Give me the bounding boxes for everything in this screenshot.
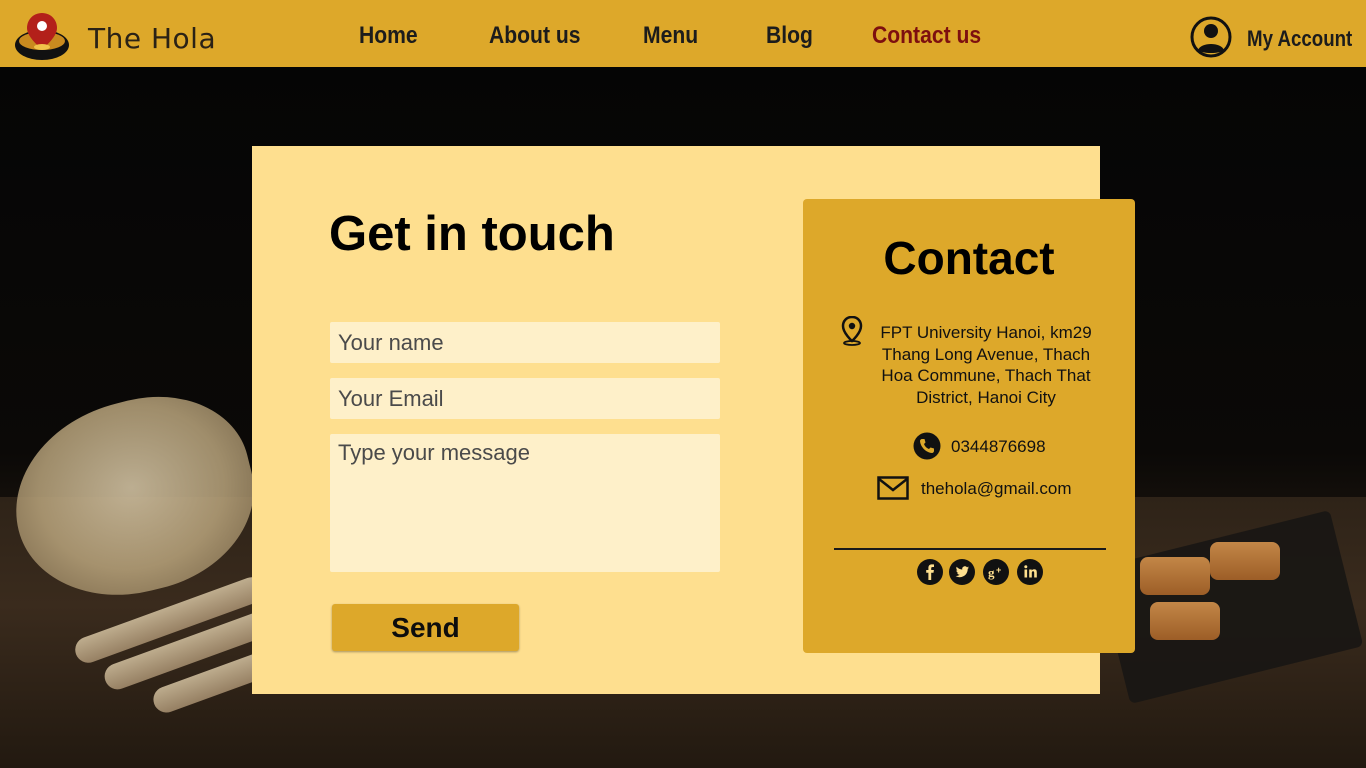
address-text: FPT University Hanoi, km29 Thang Long Av… xyxy=(880,323,1092,407)
brand-name[interactable]: The Hola xyxy=(88,22,216,55)
bowl-pin-logo-icon[interactable] xyxy=(14,11,70,61)
email-address[interactable]: thehola@gmail.com xyxy=(921,479,1072,499)
nav-contact-us[interactable]: Contact us xyxy=(872,22,981,50)
google-plus-icon[interactable]: g + xyxy=(983,559,1009,585)
top-navbar: The Hola Home About us Menu Blog Contact… xyxy=(0,0,1366,67)
message-textarea[interactable] xyxy=(330,434,720,572)
contact-info-panel: Contact FPT University Hanoi, km29 Thang… xyxy=(803,199,1135,653)
user-circle-icon[interactable] xyxy=(1190,16,1232,58)
facebook-icon[interactable] xyxy=(917,559,943,585)
sweet-piece xyxy=(1150,602,1220,640)
form-title: Get in touch xyxy=(329,207,615,261)
mail-icon xyxy=(877,476,909,500)
sweet-piece xyxy=(1140,557,1210,595)
nav-blog[interactable]: Blog xyxy=(766,22,813,50)
svg-text:g: g xyxy=(988,565,995,580)
contact-title: Contact xyxy=(883,232,1055,284)
my-account-link[interactable]: My Account xyxy=(1247,26,1352,52)
location-pin-icon xyxy=(841,316,863,346)
sweet-piece xyxy=(1210,542,1280,580)
email-input[interactable] xyxy=(330,378,720,419)
twitter-icon[interactable] xyxy=(949,559,975,585)
nav-home[interactable]: Home xyxy=(359,22,418,50)
phone-icon xyxy=(913,432,941,460)
nav-menu[interactable]: Menu xyxy=(643,22,698,50)
linkedin-icon[interactable] xyxy=(1017,559,1043,585)
send-button[interactable]: Send xyxy=(332,604,519,651)
name-input[interactable] xyxy=(330,322,720,363)
divider xyxy=(834,548,1106,550)
svg-text:+: + xyxy=(996,565,1001,575)
phone-number[interactable]: 0344876698 xyxy=(951,437,1046,457)
nav-about-us[interactable]: About us xyxy=(489,22,581,50)
